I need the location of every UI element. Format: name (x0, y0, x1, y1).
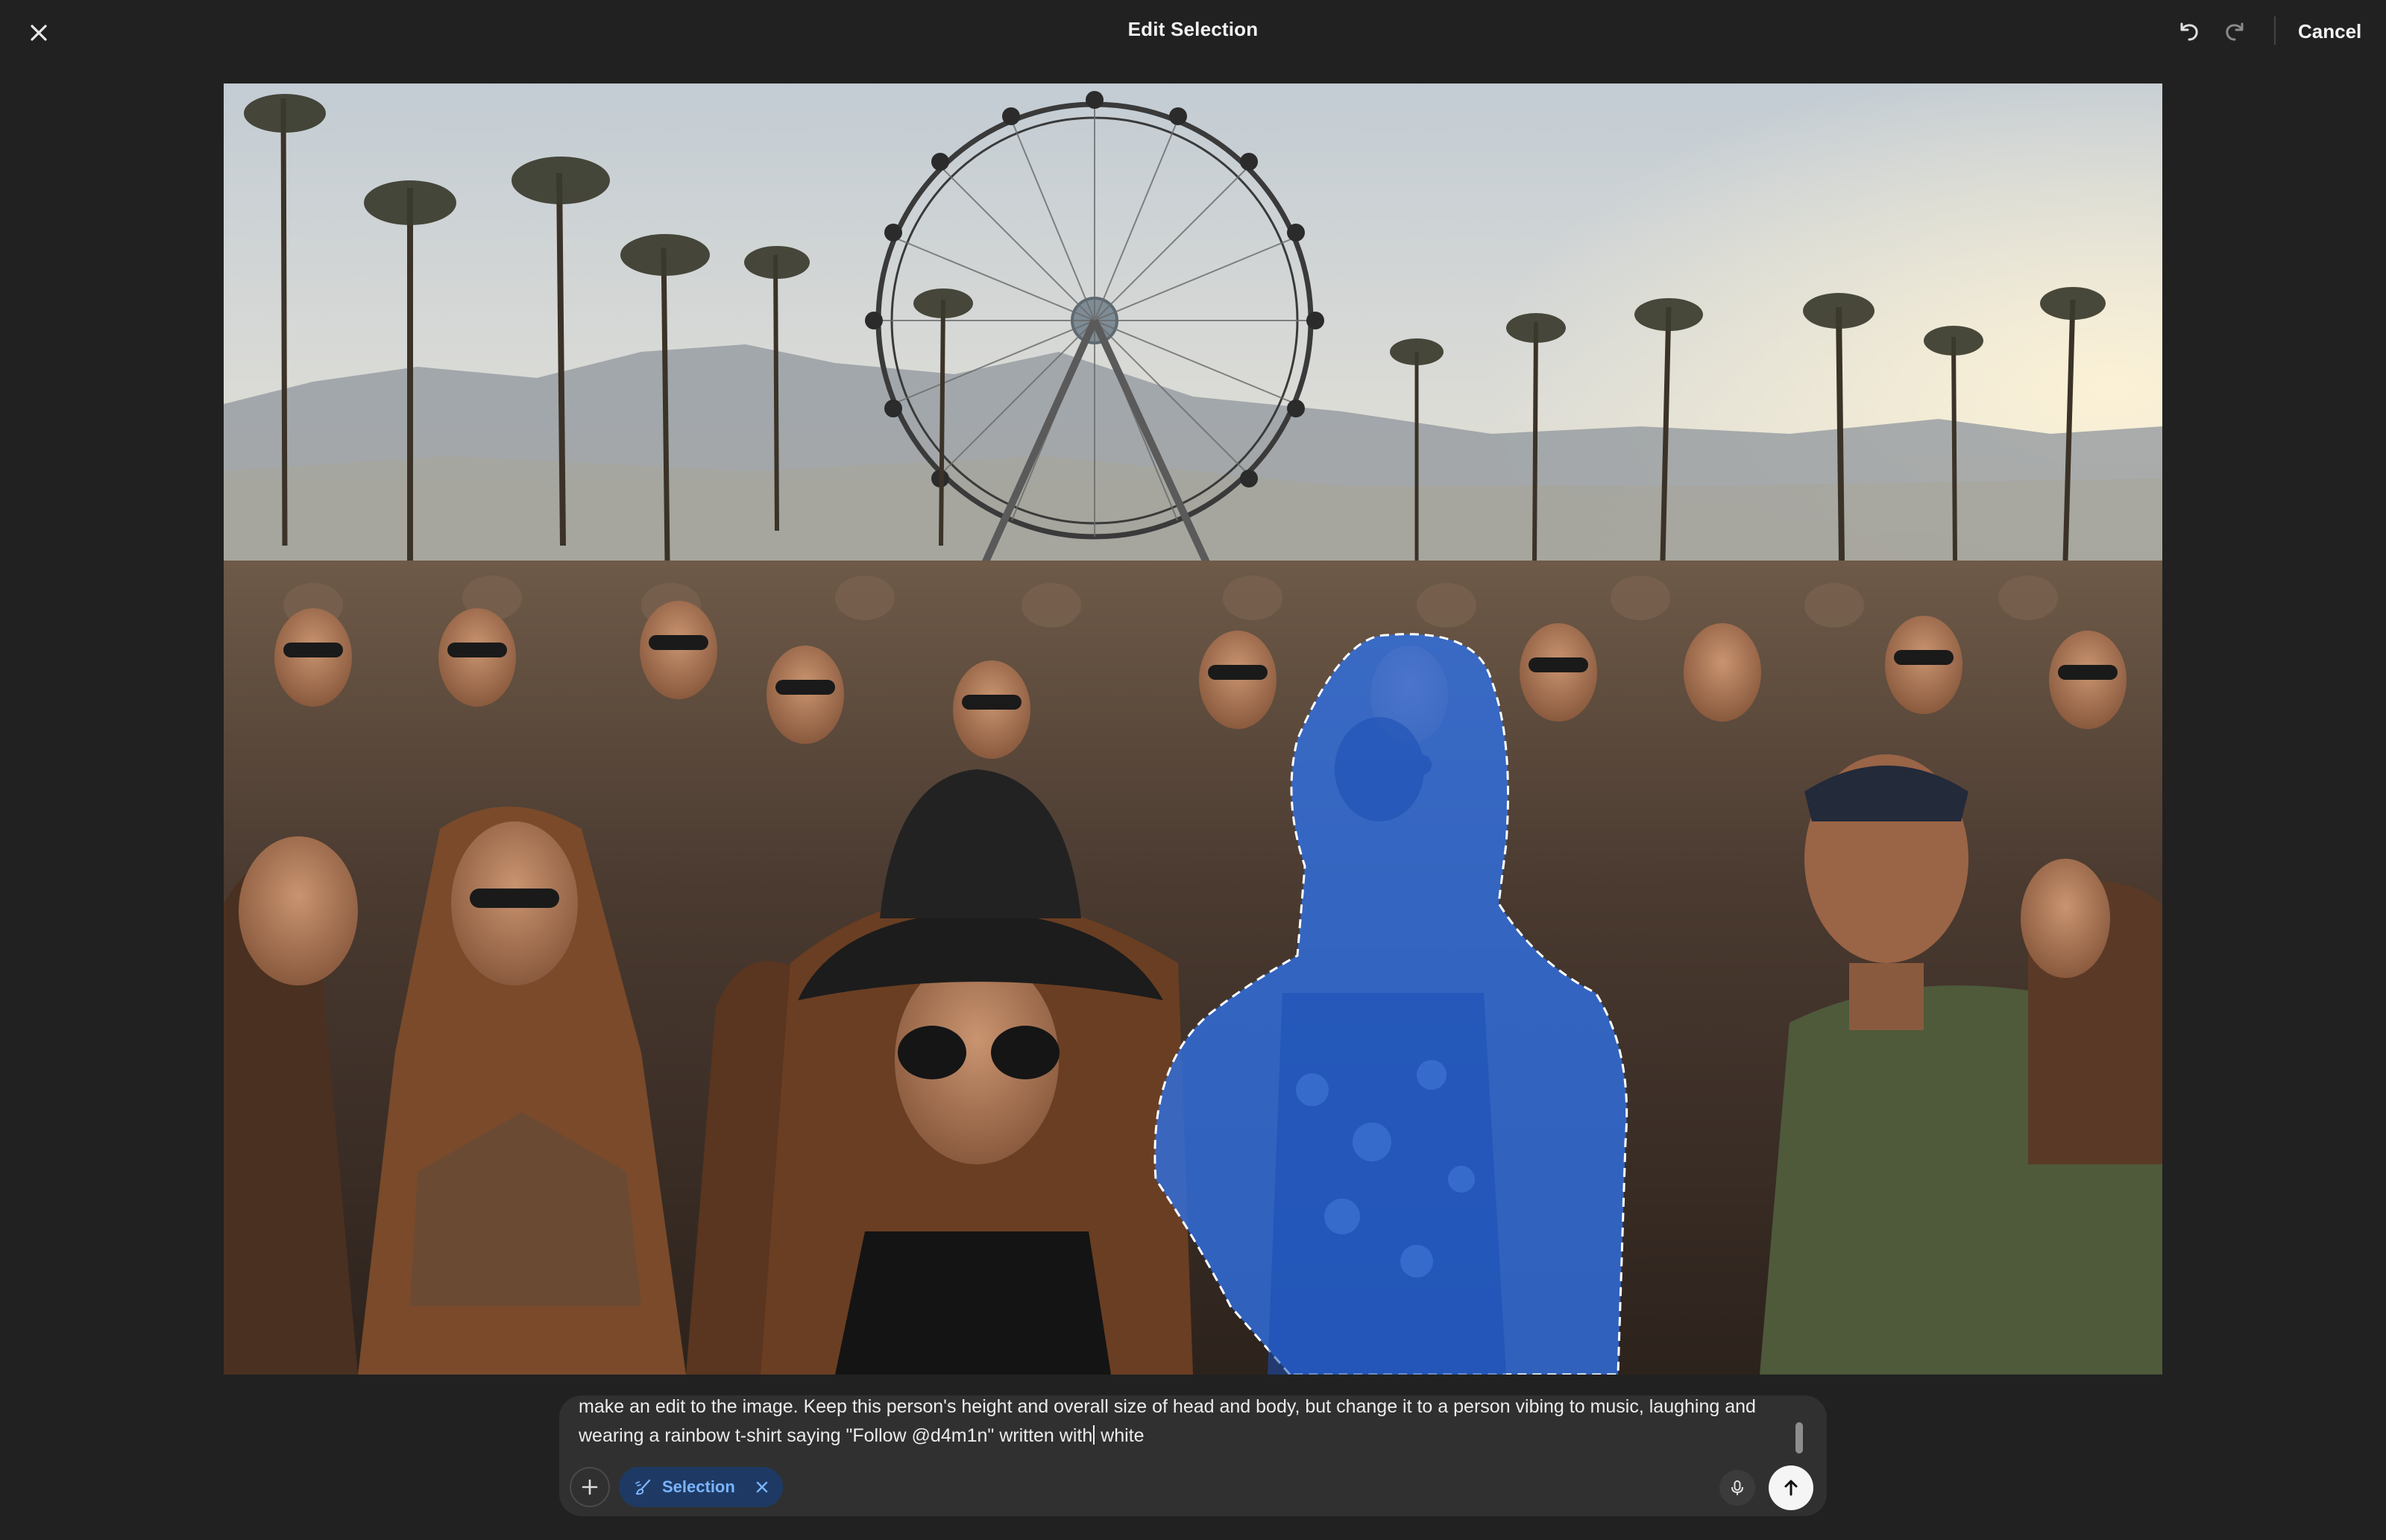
add-attachment-button[interactable] (570, 1467, 610, 1507)
voice-input-button[interactable] (1719, 1470, 1755, 1506)
image-canvas[interactable] (224, 83, 2162, 1375)
remove-selection-button[interactable] (752, 1477, 772, 1498)
page-title: Edit Selection (1127, 18, 1259, 40)
close-icon (756, 1481, 768, 1493)
microphone-icon (1731, 1480, 1743, 1495)
undo-icon (2180, 22, 2198, 41)
top-bar: Edit Selection Cancel (0, 0, 2386, 63)
prompt-composer[interactable]: make an edit to the image. Keep this per… (559, 1395, 1827, 1516)
selection-chip-label: Selection (662, 1477, 735, 1496)
brush-selection-icon (635, 1479, 651, 1495)
prompt-text-after-caret: white (1095, 1425, 1145, 1446)
undo-button[interactable] (2169, 13, 2208, 49)
send-button[interactable] (1769, 1465, 1813, 1510)
plus-icon (582, 1479, 598, 1495)
cancel-button[interactable]: Cancel (2291, 16, 2369, 46)
redo-button[interactable] (2216, 13, 2255, 49)
prompt-text-before-caret: make an edit to the image. Keep this per… (579, 1396, 1761, 1446)
festival-photo (224, 83, 2162, 1375)
selection-chip[interactable]: Selection (619, 1467, 783, 1507)
arrow-up-icon (1784, 1480, 1798, 1496)
composer-scrollbar[interactable] (1795, 1422, 1803, 1454)
text-caret (1093, 1425, 1095, 1445)
redo-icon (2226, 22, 2244, 41)
prompt-input[interactable]: make an edit to the image. Keep this per… (579, 1395, 1764, 1451)
toolbar-divider (2274, 16, 2276, 45)
